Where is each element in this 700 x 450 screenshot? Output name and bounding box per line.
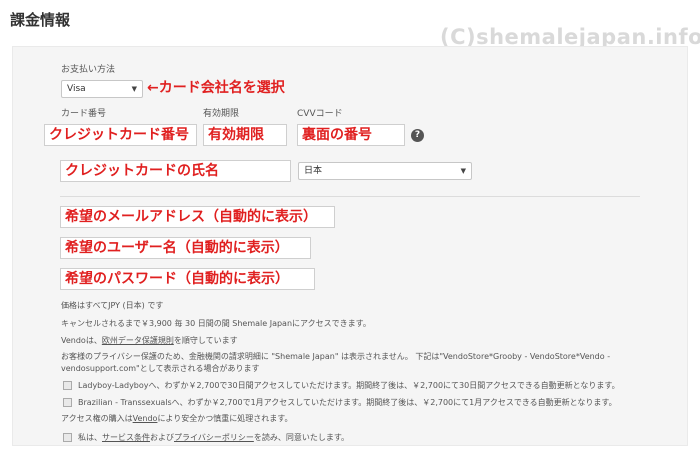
access-suffix: により安全かつ慎重に処理されます。 [157,414,293,423]
card-number-label: カード番号 [61,109,107,119]
cvv-field[interactable]: 裏面の番号 [297,124,405,146]
payment-method-value: Visa [67,84,86,94]
cvv-label: CVVコード [297,109,343,119]
vendo-suffix: を順守しています [173,336,238,345]
terms-of-service-link[interactable]: サービス条件 [102,433,150,442]
cancel-note: キャンセルされるまで￥3,900 毎 30 日間の間 Shemale Japan… [61,319,371,328]
payment-method-label: お支払い方法 [61,65,116,75]
expiry-field[interactable]: 有効期限 [203,124,287,146]
payment-method-select[interactable]: Visa ▼ [61,80,143,98]
expiry-label: 有効期限 [203,109,240,119]
terms-text: 私は、サービス条件およびプライバシーポリシーを読み、同意いたします。 [78,432,349,443]
terms-suffix: を読み、同意いたします。 [253,433,350,442]
gdpr-link[interactable]: 欧州データ保護規則 [102,336,174,345]
country-select[interactable]: 日本 ▼ [298,162,472,180]
option1-text: Ladyboy-Ladyboyへ、わずか￥2,700で30日間アクセスしていただ… [78,381,620,390]
vendo-link[interactable]: Vendo [133,414,158,423]
option2-checkbox[interactable] [63,398,72,407]
cardholder-name-field[interactable]: クレジットカードの氏名 [60,160,291,182]
page-title: 課金情報 [10,11,71,29]
access-note: アクセス権の購入はVendoにより安全かつ慎重に処理されます。 [61,413,292,424]
chevron-down-icon: ▼ [131,85,137,93]
access-prefix: アクセス権の購入は [61,414,133,423]
card-number-field[interactable]: クレジットカード番号 [44,124,197,146]
help-icon[interactable]: ? [411,129,424,142]
username-field[interactable]: 希望のユーザー名（自動的に表示） [60,237,311,259]
password-field[interactable]: 希望のパスワード（自動的に表示） [60,268,315,290]
vendo-note: Vendoは、欧州データ保護規則を順守しています [61,335,238,346]
option1-checkbox[interactable] [63,381,72,390]
payment-method-annotation: ←カード会社名を選択 [147,80,285,96]
email-field[interactable]: 希望のメールアドレス（自動的に表示） [60,206,335,228]
terms-mid: および [150,433,174,442]
privacy-note-line2: vendosupport.com"として表示される場合があります [61,364,260,373]
privacy-note-line1: お客様のプライバシー保護のため、金融機関の請求明細に "Shemale Japa… [61,352,611,361]
privacy-policy-link[interactable]: プライバシーポリシー [174,433,254,442]
currency-note: 価格はすべてJPY (日本) です [61,301,164,310]
country-value: 日本 [304,166,323,176]
chevron-down-icon: ▼ [460,167,466,175]
vendo-prefix: Vendoは、 [61,336,102,345]
terms-checkbox[interactable] [63,433,72,442]
option2-text: Brazilian - Transsexualsへ、わずか￥2,700で1月アク… [78,398,617,407]
divider [60,196,640,197]
terms-prefix: 私は、 [78,433,102,442]
